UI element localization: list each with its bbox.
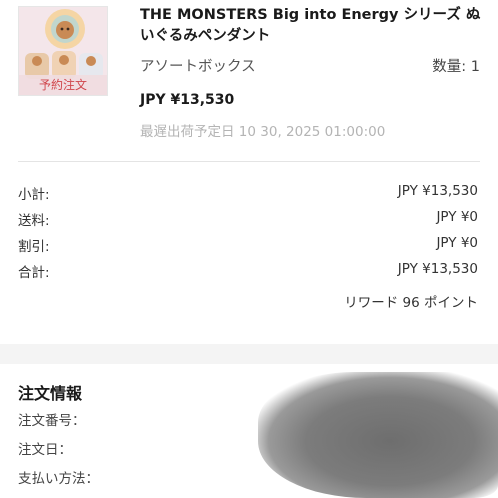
summary-row-subtotal: 小計: JPY ¥13,530	[0, 183, 498, 209]
summary-row-discount: 割引: JPY ¥0	[0, 235, 498, 261]
reward-points-text: リワード 96 ポイント	[344, 295, 478, 311]
product-quantity: 数量: 1	[432, 59, 480, 75]
total-value: JPY ¥13,530	[397, 261, 478, 277]
redaction-scribble	[258, 372, 498, 498]
preorder-badge: 予約注文	[19, 75, 107, 95]
discount-value: JPY ¥0	[436, 235, 478, 251]
product-variant: アソートボックス	[140, 59, 256, 75]
latest-ship-date: 最遅出荷予定日 10 30, 2025 01:00:00	[140, 124, 386, 140]
order-date-label: 注文日：	[18, 442, 72, 458]
order-info-section: 注文情報 注文番号： 注文日： 支払い方法：	[0, 364, 498, 498]
section-separator	[0, 344, 498, 364]
product-title[interactable]: THE MONSTERS Big into Energy シリーズ ぬいぐるみペ…	[140, 5, 485, 47]
total-label: 合計:	[18, 265, 50, 281]
payment-method-label: 支払い方法：	[18, 471, 99, 487]
summary-row-shipping: 送料: JPY ¥0	[0, 209, 498, 235]
divider	[18, 161, 480, 162]
price-summary: 小計: JPY ¥13,530 送料: JPY ¥0 割引: JPY ¥0 合計…	[0, 183, 498, 313]
shipping-value: JPY ¥0	[436, 209, 478, 225]
order-number-label: 注文番号：	[18, 413, 86, 429]
subtotal-label: 小計:	[18, 187, 50, 203]
subtotal-value: JPY ¥13,530	[397, 183, 478, 199]
product-thumbnail[interactable]: 予約注文	[18, 6, 108, 96]
summary-row-total: 合計: JPY ¥13,530	[0, 261, 498, 287]
order-info-heading: 注文情報	[18, 384, 83, 403]
discount-label: 割引:	[18, 239, 50, 255]
order-item[interactable]: 予約注文 THE MONSTERS Big into Energy シリーズ ぬ…	[0, 0, 498, 150]
reward-points: リワード 96 ポイント	[0, 287, 498, 313]
shipping-label: 送料:	[18, 213, 50, 229]
product-price: JPY ¥13,530	[140, 92, 235, 108]
